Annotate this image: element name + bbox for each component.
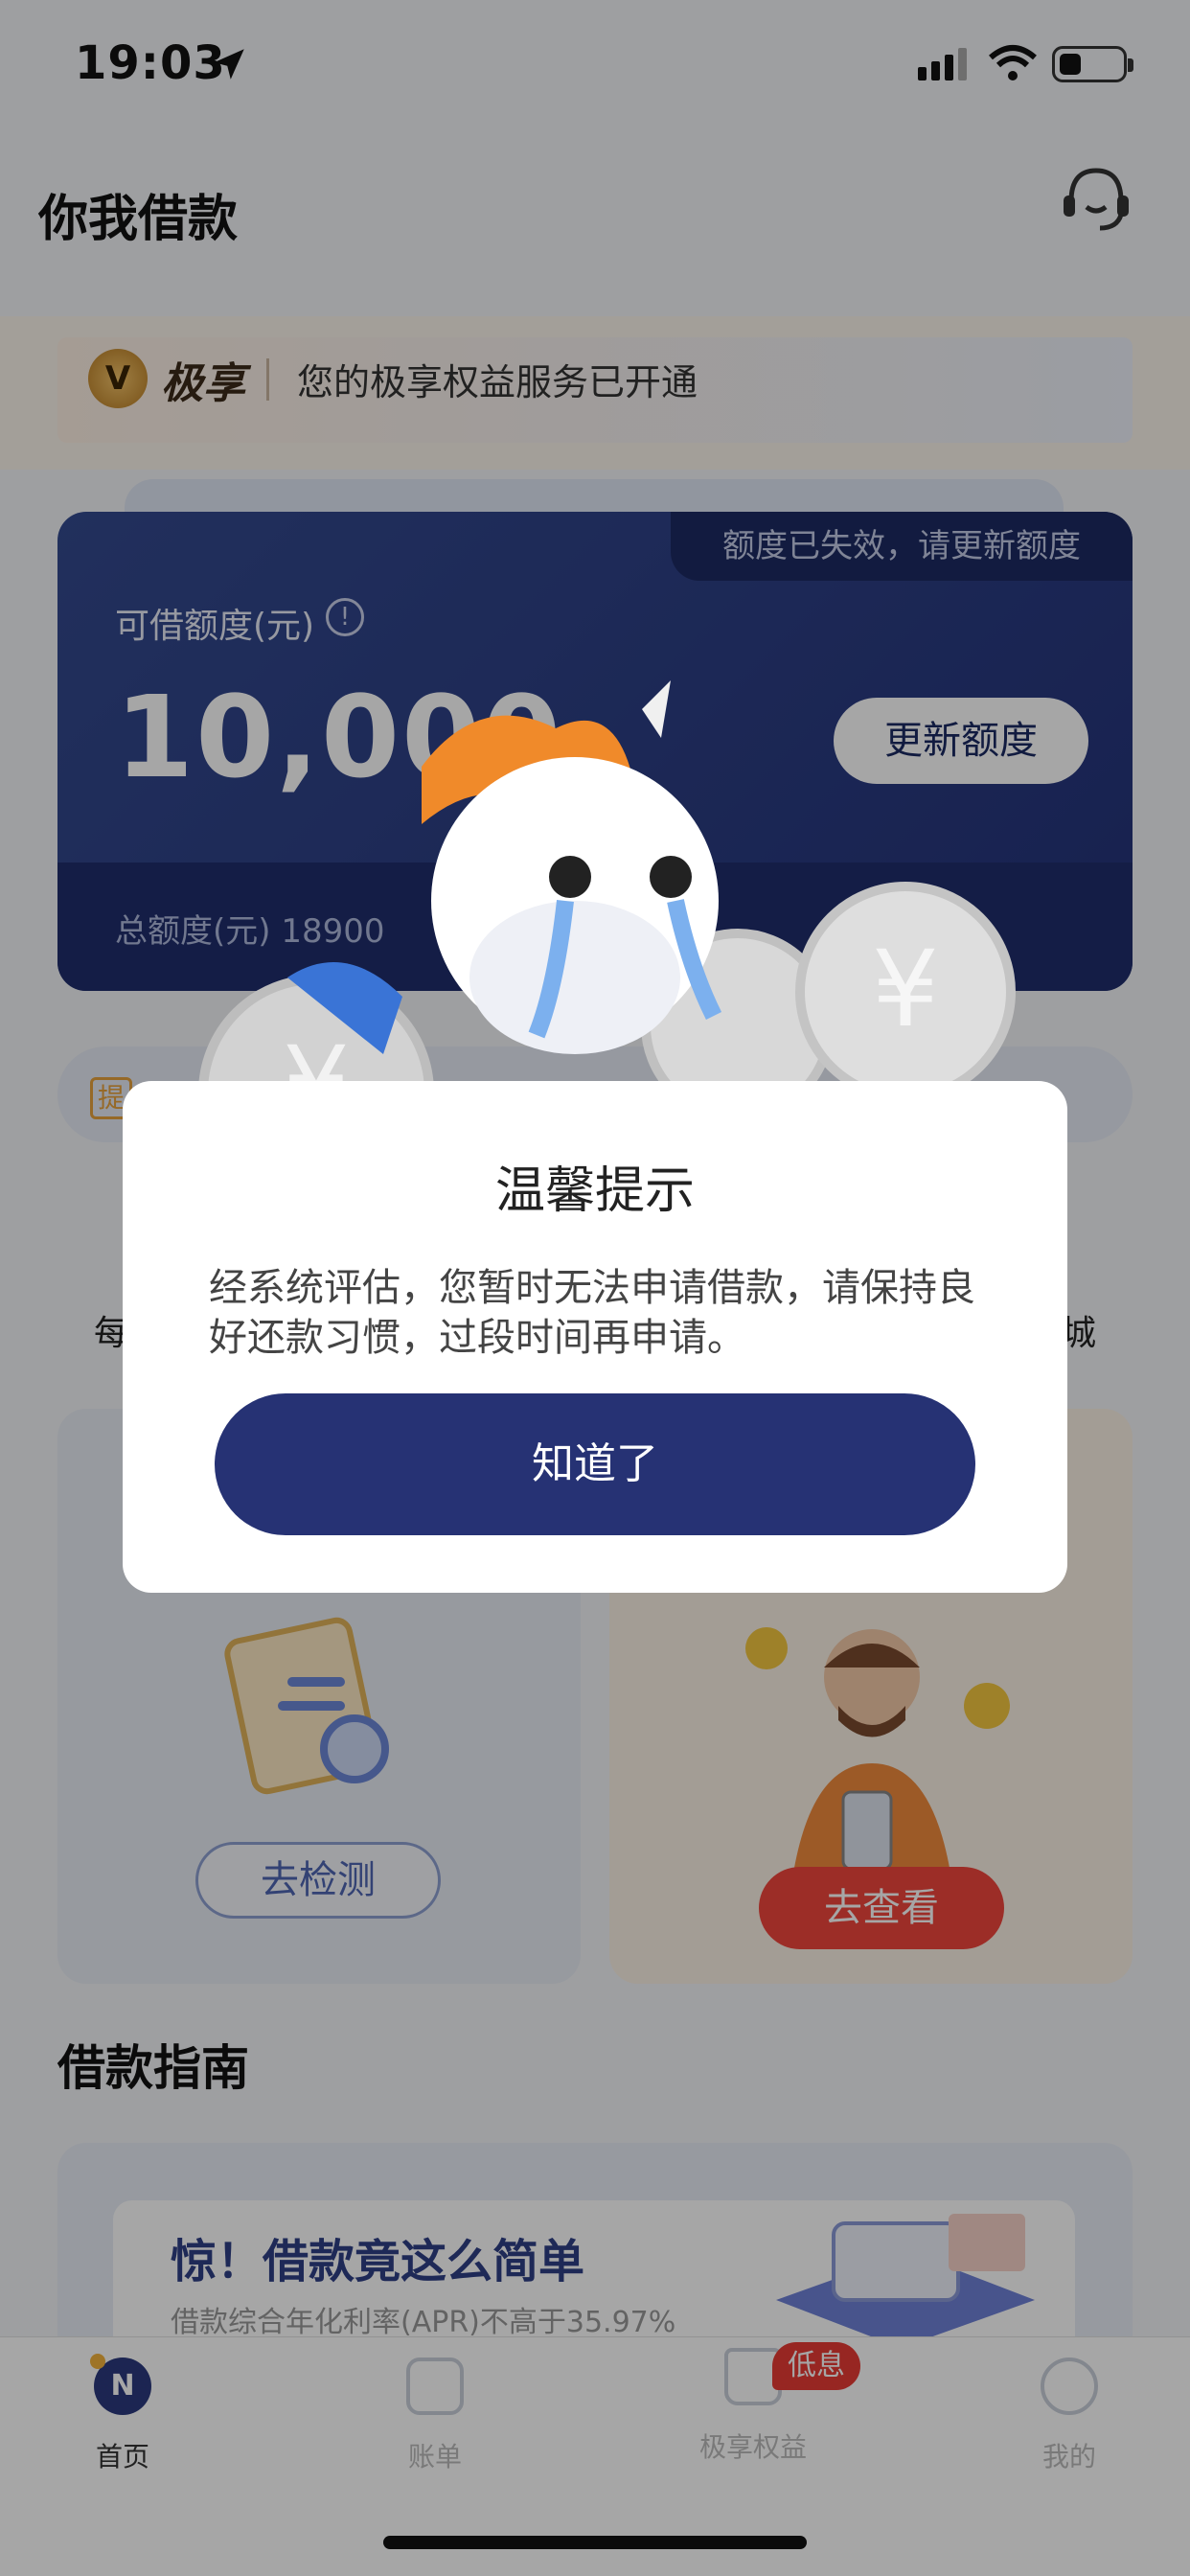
dialog-title: 温馨提示 xyxy=(494,1162,695,1220)
dialog-message: 经系统评估，您暂时无法申请借款，请保持良好还款习惯，过段时间再申请。 xyxy=(209,1266,975,1360)
svg-text:¥: ¥ xyxy=(872,928,939,1050)
crying-unicorn-mascot: ¥ ¥ xyxy=(198,680,1016,1092)
got-it-button[interactable]: 知道了 xyxy=(215,1393,975,1535)
